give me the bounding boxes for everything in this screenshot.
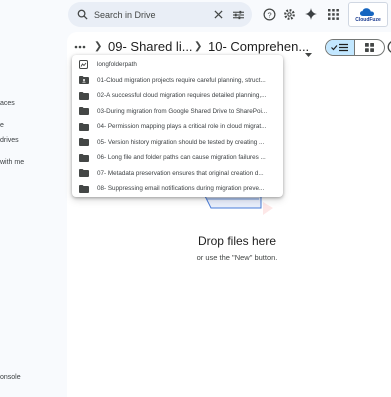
- info-icon[interactable]: [387, 40, 391, 54]
- dropdown-item-root[interactable]: longfolderpath: [72, 57, 283, 73]
- more-horizontal-icon: [74, 45, 86, 49]
- sidebar-item-shared-spaces[interactable]: aces: [0, 100, 15, 107]
- sidebar-item-admin-console[interactable]: onsole: [0, 374, 21, 381]
- folder-icon: [79, 184, 89, 193]
- settings-icon[interactable]: [280, 5, 298, 23]
- grid-icon: [365, 43, 374, 52]
- sidebar-item-shared-drives[interactable]: drives: [0, 137, 19, 144]
- drive-window: aces e drives with me onsole Search in D…: [0, 0, 391, 397]
- apps-grid-icon[interactable]: [324, 5, 342, 23]
- sidebar-item-home[interactable]: e: [0, 122, 4, 129]
- cloud-logo-icon: [360, 7, 374, 16]
- dropdown-item-label: 05- Version history migration should be …: [97, 138, 265, 146]
- gemini-icon[interactable]: [302, 5, 320, 23]
- view-toggle: [325, 39, 385, 56]
- folder-icon: [79, 138, 89, 147]
- dropdown-item-folder[interactable]: 07- Metadata preservation ensures that o…: [72, 166, 283, 182]
- chevron-right-icon: ❯: [194, 41, 203, 52]
- shared-folder-icon: [79, 76, 89, 85]
- search-options-icon[interactable]: [228, 5, 248, 25]
- list-view-button[interactable]: [326, 40, 356, 55]
- search-input[interactable]: Search in Drive: [92, 10, 208, 20]
- dropdown-item-folder[interactable]: 02-A successful cloud migration requires…: [72, 88, 283, 104]
- chevron-down-icon[interactable]: [305, 44, 312, 62]
- sidebar-item-shared-with-me[interactable]: with me: [0, 159, 24, 166]
- folder-icon: [79, 122, 89, 131]
- search-icon[interactable]: [72, 5, 92, 25]
- breadcrumb-dropdown-menu: longfolderpath 01-Cloud migration projec…: [72, 55, 283, 197]
- dropdown-item-folder[interactable]: 08- Suppressing email notifications duri…: [72, 181, 283, 197]
- dropdown-item-label: 03-During migration from Google Shared D…: [97, 107, 268, 115]
- sidebar: aces e drives with me onsole: [0, 0, 66, 397]
- dropdown-item-folder[interactable]: 04- Permission mapping plays a critical …: [72, 119, 283, 135]
- account-logo[interactable]: CloudFuze: [348, 2, 388, 27]
- dropdown-item-folder[interactable]: 03-During migration from Google Shared D…: [72, 104, 283, 120]
- dropdown-item-label: 02-A successful cloud migration requires…: [97, 92, 267, 100]
- logo-text: CloudFuze: [355, 16, 381, 23]
- folder-icon: [79, 169, 89, 178]
- help-icon[interactable]: ?: [260, 5, 278, 23]
- dropdown-item-folder[interactable]: 06- Long file and folder paths can cause…: [72, 150, 283, 166]
- grid-view-button[interactable]: [355, 40, 384, 55]
- dropdown-item-folder[interactable]: 05- Version history migration should be …: [72, 135, 283, 151]
- dropdown-item-label: 01-Cloud migration projects require care…: [97, 76, 266, 84]
- drive-icon: [79, 60, 89, 70]
- search-bar[interactable]: Search in Drive: [68, 2, 252, 27]
- breadcrumb-item[interactable]: 09- Shared li...: [108, 39, 193, 54]
- breadcrumb-more-button[interactable]: [71, 38, 89, 56]
- svg-text:?: ?: [267, 10, 271, 19]
- dropdown-item-label: 07- Metadata preservation ensures that o…: [97, 169, 264, 177]
- drop-files-subtitle: or use the "New" button.: [196, 253, 278, 262]
- breadcrumb-current-folder[interactable]: 10- Comprehen...: [208, 39, 309, 54]
- folder-icon: [79, 91, 89, 100]
- folder-icon: [79, 107, 89, 116]
- dropdown-item-label: 04- Permission mapping plays a critical …: [97, 123, 267, 131]
- dropdown-item-label: 08- Suppressing email notifications duri…: [97, 185, 265, 193]
- dropdown-item-folder[interactable]: 01-Cloud migration projects require care…: [72, 73, 283, 89]
- check-list-icon: [331, 43, 348, 52]
- drop-files-title: Drop files here: [197, 234, 277, 248]
- dropdown-item-label: longfolderpath: [97, 61, 137, 69]
- folder-icon: [79, 153, 89, 162]
- chevron-right-icon: ❯: [94, 41, 103, 52]
- clear-search-icon[interactable]: [208, 5, 228, 25]
- dropdown-item-label: 06- Long file and folder paths can cause…: [97, 154, 266, 162]
